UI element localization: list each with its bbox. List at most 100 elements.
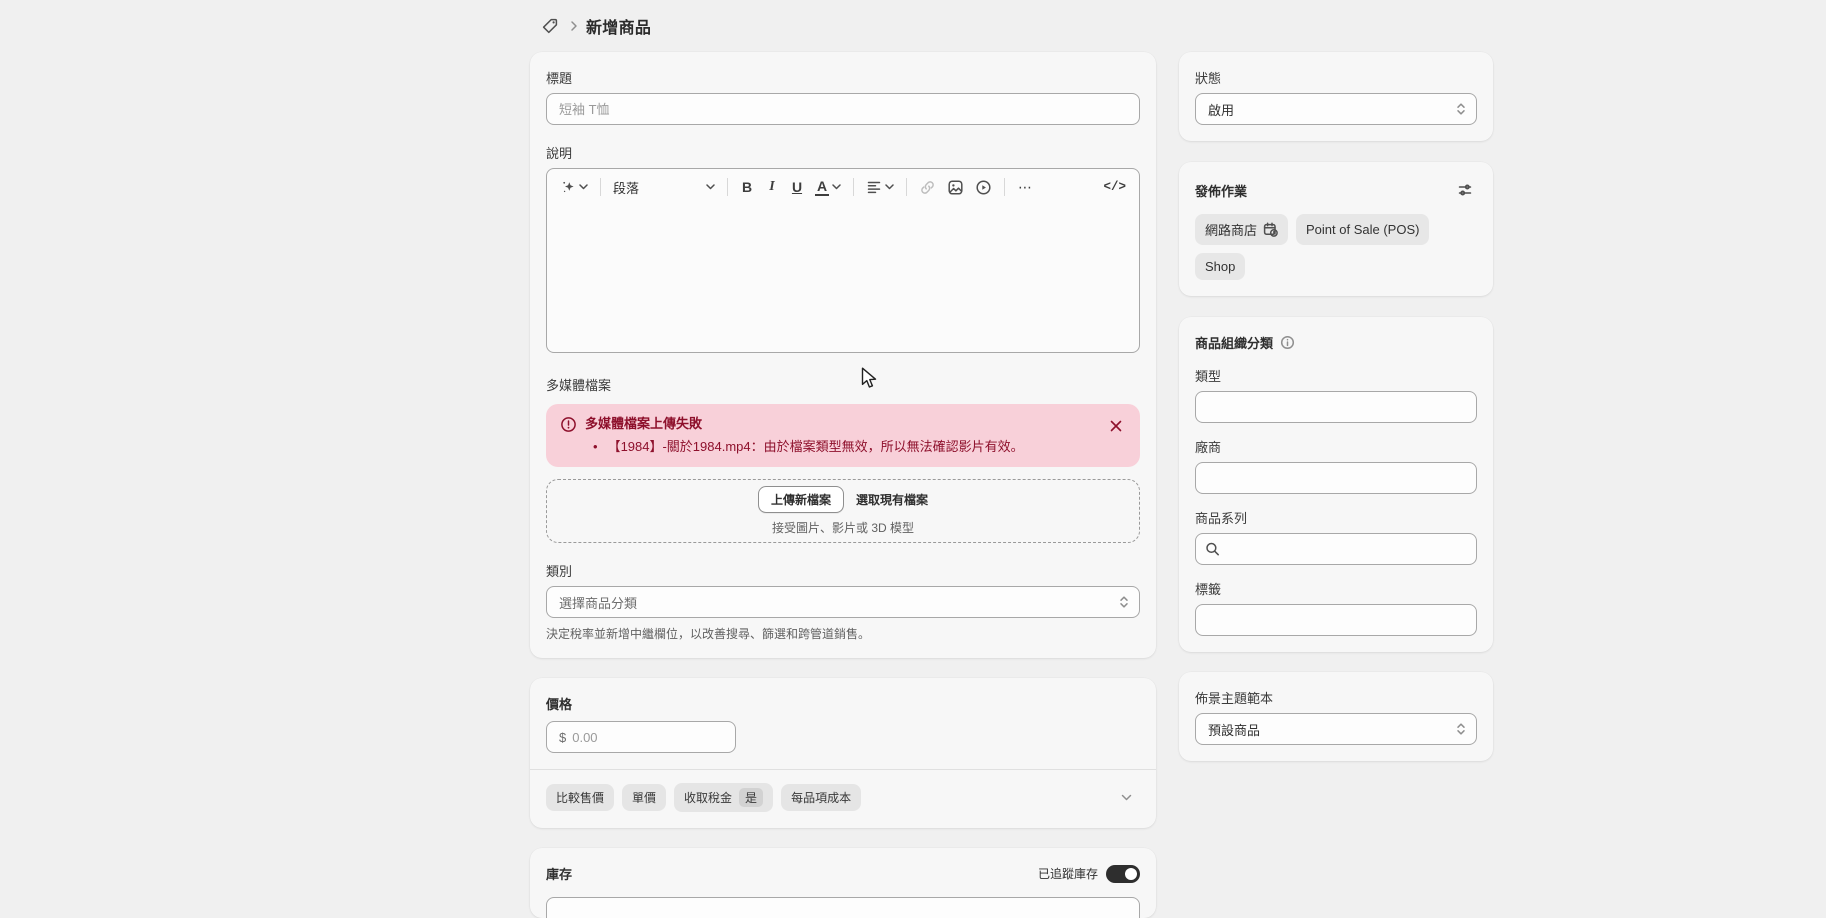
media-error-text: 【1984】-關於1984.mp4：由於檔案類型無效，所以無法確認影片有效。 [608, 439, 1024, 455]
select-existing-file-button[interactable]: 選取現有檔案 [856, 491, 928, 508]
pricing-title: 價格 [546, 694, 1140, 713]
calendar-clock-icon[interactable] [1263, 222, 1278, 237]
vendor-label: 廠商 [1195, 437, 1477, 456]
charge-tax-pill[interactable]: 收取稅金 是 [674, 783, 773, 812]
play-circle-icon [975, 179, 992, 196]
dropzone-hint: 接受圖片、影片或 3D 模型 [772, 519, 914, 536]
text-color-icon: A [815, 179, 829, 196]
select-caret-icon [1118, 595, 1130, 609]
bold-button[interactable]: B [735, 173, 759, 201]
manage-channels-button[interactable] [1453, 178, 1477, 202]
alert-circle-icon [560, 416, 577, 433]
chevron-down-icon [706, 184, 715, 190]
theme-template-label: 佈景主題範本 [1195, 688, 1477, 707]
description-label: 說明 [546, 143, 1140, 162]
magic-icon [560, 179, 576, 195]
collections-label: 商品系列 [1195, 508, 1477, 527]
channel-label: 網路商店 [1205, 220, 1257, 239]
close-icon [1110, 420, 1122, 432]
type-input[interactable] [1195, 391, 1477, 423]
description-editor-body[interactable] [547, 205, 1139, 352]
status-label: 狀態 [1195, 68, 1477, 87]
alignment-button[interactable] [861, 173, 899, 201]
page-title: 新增商品 [586, 14, 651, 38]
price-field[interactable]: $ [546, 721, 736, 753]
track-inventory-label: 已追蹤庫存 [1038, 865, 1098, 882]
unit-price-pill[interactable]: 單價 [622, 784, 666, 811]
dismiss-error-button[interactable] [1106, 416, 1126, 436]
price-input[interactable] [572, 730, 723, 745]
bold-icon: B [740, 179, 754, 195]
chevron-down-icon [885, 184, 894, 190]
theme-template-value: 預設商品 [1208, 720, 1260, 739]
toolbar-divider [906, 178, 907, 196]
editor-toolbar: 段落 B I U A [547, 169, 1139, 205]
vendor-input[interactable] [1195, 462, 1477, 494]
organization-card: 商品組織分類 類型 廠商 商品系列 [1179, 317, 1493, 652]
collections-search-input[interactable] [1195, 533, 1477, 565]
upload-new-file-button[interactable]: 上傳新檔案 [758, 486, 844, 513]
insert-video-button[interactable] [970, 173, 997, 201]
insert-image-button[interactable] [942, 173, 969, 201]
link-button[interactable] [914, 173, 941, 201]
show-html-button[interactable]: </> [1098, 173, 1131, 201]
toggle-knob [1125, 868, 1137, 880]
media-error-item: • 【1984】-關於1984.mp4：由於檔案類型無效，所以無法確認影片有效。 [585, 439, 1098, 455]
underline-button[interactable]: U [785, 173, 809, 201]
pricing-card: 價格 $ 比較售價 單價 收取稅金 是 每品項成本 [530, 678, 1156, 828]
italic-button[interactable]: I [760, 173, 784, 201]
tags-input[interactable] [1195, 604, 1477, 636]
chevron-down-icon [579, 184, 588, 190]
code-icon: </> [1103, 180, 1126, 194]
theme-template-select[interactable]: 預設商品 [1195, 713, 1477, 745]
charge-tax-value: 是 [739, 788, 763, 807]
media-label: 多媒體檔案 [546, 375, 1140, 394]
ellipsis-icon: ⋯ [1018, 179, 1033, 196]
media-error-banner: 多媒體檔案上傳失敗 • 【1984】-關於1984.mp4：由於檔案類型無效，所… [546, 404, 1140, 467]
select-caret-icon [1455, 722, 1467, 736]
toolbar-divider [1004, 178, 1005, 196]
paragraph-style-dropdown[interactable]: 段落 [608, 173, 720, 201]
channel-label: Shop [1205, 259, 1235, 274]
chevron-down-icon [832, 184, 841, 190]
expand-pricing-button[interactable] [1112, 784, 1140, 812]
products-tag-icon[interactable] [538, 14, 562, 38]
italic-icon: I [765, 179, 779, 195]
category-select[interactable]: 選擇商品分類 [546, 586, 1140, 618]
status-card: 狀態 啟用 [1179, 52, 1493, 141]
align-left-icon [866, 179, 882, 195]
track-inventory-toggle[interactable] [1106, 865, 1140, 883]
publishing-card: 發佈作業 網路商店 Point of Sale (P [1179, 162, 1493, 296]
status-select-value: 啟用 [1208, 100, 1234, 119]
compare-at-price-pill[interactable]: 比較售價 [546, 784, 614, 811]
tags-label: 標籤 [1195, 579, 1477, 598]
theme-template-card: 佈景主題範本 預設商品 [1179, 672, 1493, 761]
currency-prefix: $ [559, 730, 566, 745]
search-icon [1205, 542, 1220, 557]
status-select[interactable]: 啟用 [1195, 93, 1477, 125]
text-color-button[interactable]: A [810, 173, 846, 201]
title-label: 標題 [546, 68, 1140, 87]
title-input[interactable] [546, 93, 1140, 125]
category-select-value: 選擇商品分類 [559, 593, 637, 612]
channel-online-store: 網路商店 [1195, 214, 1288, 245]
toolbar-divider [853, 178, 854, 196]
toolbar-divider [727, 178, 728, 196]
pricing-options-row: 比較售價 單價 收取稅金 是 每品項成本 [546, 770, 1140, 812]
media-dropzone[interactable]: 上傳新檔案 選取現有檔案 接受圖片、影片或 3D 模型 [546, 479, 1140, 543]
more-options-button[interactable]: ⋯ [1012, 173, 1039, 201]
channel-pos: Point of Sale (POS) [1296, 214, 1429, 245]
inventory-quantity-input[interactable] [546, 897, 1140, 918]
charge-tax-label: 收取稅金 [684, 789, 732, 806]
breadcrumb-chevron-icon [570, 20, 578, 32]
cost-per-item-pill[interactable]: 每品項成本 [781, 784, 861, 811]
inventory-title: 庫存 [546, 864, 572, 883]
ai-magic-button[interactable] [555, 173, 593, 201]
category-label: 類別 [546, 561, 1140, 580]
select-caret-icon [1455, 102, 1467, 116]
main-column: 標題 說明 段落 [530, 52, 1156, 918]
breadcrumb: 新增商品 [538, 14, 651, 38]
info-icon[interactable] [1280, 335, 1295, 350]
publishing-title: 發佈作業 [1195, 181, 1247, 200]
media-error-title: 多媒體檔案上傳失敗 [585, 416, 1098, 432]
